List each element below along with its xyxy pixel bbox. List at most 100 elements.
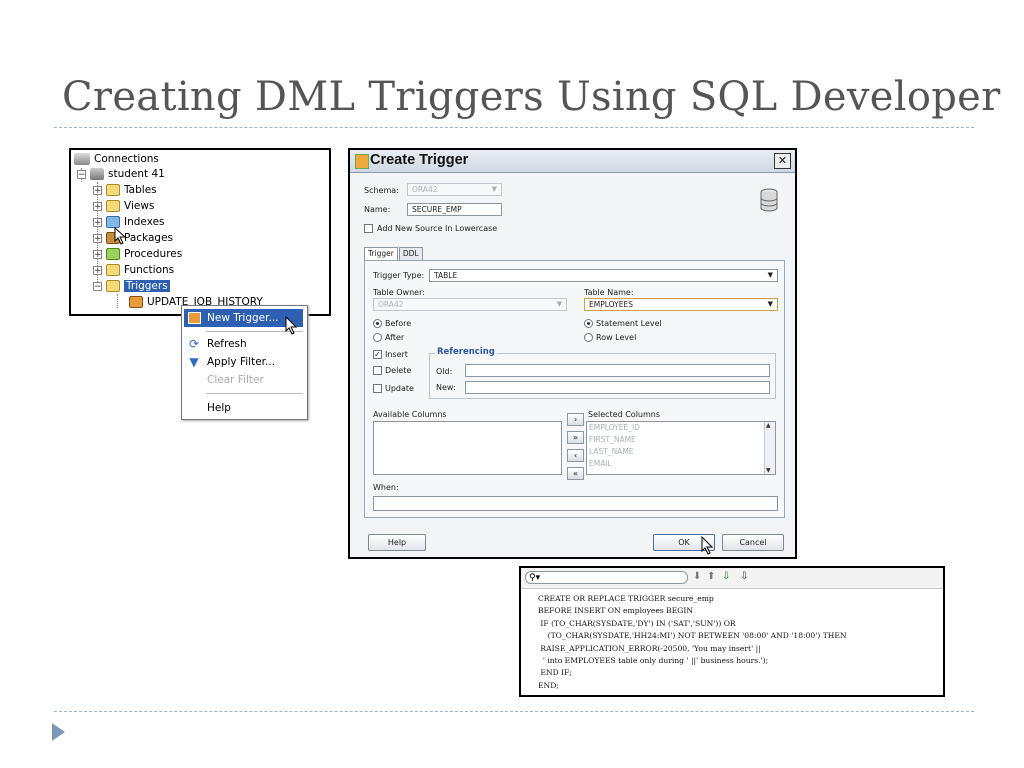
code-line: END IF; xyxy=(538,668,572,678)
expand-icon[interactable]: + xyxy=(93,265,102,275)
code-line: (TO_CHAR(SYSDATE,'HH24:MI') NOT BETWEEN … xyxy=(538,631,847,641)
trigger-type-select[interactable]: TABLE ▼ xyxy=(429,269,778,282)
lowercase-checkbox[interactable] xyxy=(364,224,373,233)
new-trigger-icon xyxy=(187,311,201,325)
collapse-icon[interactable]: − xyxy=(77,169,86,179)
dialog-title-bar: Create Trigger ✕ xyxy=(350,150,795,173)
menu-item-apply-filter[interactable]: ▼ Apply Filter... xyxy=(184,353,303,371)
help-button[interactable]: Help xyxy=(368,534,426,551)
tree-node-procedures[interactable]: + Procedures xyxy=(93,248,182,260)
cancel-button[interactable]: Cancel xyxy=(722,534,784,551)
tree-label-triggers: Triggers xyxy=(124,280,170,292)
code-toolbar: ⚲▾ ⬇ ⬆ ⇩ ⇩ xyxy=(521,568,943,589)
after-radio[interactable] xyxy=(373,333,382,342)
old-field[interactable] xyxy=(465,364,770,377)
list-item[interactable]: EMPLOYEE_ID xyxy=(589,423,640,432)
clear-highlight-icon[interactable]: ⇩ xyxy=(740,571,748,582)
menu-item-help[interactable]: Help xyxy=(184,399,303,417)
insert-checkbox[interactable]: ✓ xyxy=(373,350,382,359)
list-item[interactable]: EMAIL xyxy=(589,459,612,468)
expand-icon[interactable]: + xyxy=(93,185,102,195)
functions-icon xyxy=(106,264,120,276)
sql-code: CREATE OR REPLACE TRIGGER secure_emp BEFO… xyxy=(538,593,847,692)
trigger-icon xyxy=(355,154,369,169)
schema-value: ORA42 xyxy=(412,185,438,194)
tree-node-packages[interactable]: + Packages xyxy=(93,232,173,244)
footer-divider xyxy=(54,711,974,712)
mouse-pointer-icon xyxy=(285,316,298,335)
expand-icon[interactable]: + xyxy=(93,217,102,227)
expand-icon[interactable]: + xyxy=(93,233,102,243)
move-left-button[interactable]: ‹ xyxy=(567,449,584,462)
row-level-label: Row Level xyxy=(596,333,637,342)
available-columns-list[interactable] xyxy=(373,421,562,475)
table-name-select[interactable]: EMPLOYEES ▼ xyxy=(584,298,778,311)
old-label: Old: xyxy=(436,367,453,376)
after-label: After xyxy=(385,333,405,342)
database-icon xyxy=(760,188,778,212)
highlight-icon[interactable]: ⇩ xyxy=(722,571,730,582)
tree-label-functions: Functions xyxy=(124,264,175,276)
schema-select[interactable]: ORA42 ▼ xyxy=(407,183,502,196)
tree-node-connections[interactable]: Connections xyxy=(74,153,159,165)
delete-label: Delete xyxy=(385,366,412,375)
list-item[interactable]: LAST_NAME xyxy=(589,447,634,456)
create-trigger-dialog: Create Trigger ✕ Schema: ORA42 ▼ Name: SE… xyxy=(348,148,797,559)
close-icon[interactable]: ✕ xyxy=(774,153,791,169)
when-field[interactable] xyxy=(373,496,778,511)
refresh-icon: ⟳ xyxy=(188,337,200,351)
before-label: Before xyxy=(385,319,412,328)
binoculars-icon: ⚲▾ xyxy=(529,573,541,583)
move-all-left-button[interactable]: « xyxy=(567,467,584,480)
selected-columns-list[interactable]: EMPLOYEE_ID FIRST_NAME LAST_NAME EMAIL ▲… xyxy=(586,421,776,475)
mouse-pointer-icon xyxy=(701,536,714,555)
slide-bullet-icon xyxy=(52,723,65,741)
expand-icon[interactable]: + xyxy=(93,249,102,259)
name-label: Name: xyxy=(364,205,391,214)
chevron-down-icon: ▼ xyxy=(491,185,497,193)
tree-node-triggers[interactable]: − Triggers xyxy=(93,280,170,292)
update-label: Update xyxy=(385,384,414,393)
code-line: ' into EMPLOYEES table only during ' ||'… xyxy=(538,656,769,666)
title-divider xyxy=(54,127,974,128)
procedures-icon xyxy=(106,248,120,260)
chevron-up-icon[interactable]: ▲ xyxy=(766,422,771,429)
search-input[interactable]: ⚲▾ xyxy=(525,571,688,584)
delete-checkbox[interactable] xyxy=(373,366,382,375)
before-radio[interactable] xyxy=(373,319,382,328)
tab-trigger[interactable]: Trigger xyxy=(364,247,398,260)
tree-node-student-41[interactable]: − student 41 xyxy=(77,168,165,180)
triggers-icon xyxy=(106,280,120,292)
database-connection-icon xyxy=(90,168,104,180)
table-owner-select[interactable]: ORA42 ▼ xyxy=(373,298,567,311)
chevron-down-icon[interactable]: ▼ xyxy=(766,467,771,474)
move-all-right-button[interactable]: » xyxy=(567,431,584,444)
chevron-down-icon: ▼ xyxy=(556,300,562,308)
row-level-radio[interactable] xyxy=(584,333,593,342)
new-field[interactable] xyxy=(465,381,770,394)
list-item[interactable]: FIRST_NAME xyxy=(589,435,636,444)
code-line: END; xyxy=(538,680,559,690)
trigger-tab-panel: Trigger Type: TABLE ▼ Table Owner: ORA42 ▼… xyxy=(364,260,785,518)
name-field[interactable]: SECURE_EMP xyxy=(407,203,502,216)
menu-item-refresh[interactable]: ⟳ Refresh xyxy=(184,335,303,353)
arrow-down-icon[interactable]: ⬇ xyxy=(693,571,701,582)
update-checkbox[interactable] xyxy=(373,384,382,393)
tree-node-views[interactable]: + Views xyxy=(93,200,154,212)
tree-node-indexes[interactable]: + Indexes xyxy=(93,216,165,228)
insert-label: Insert xyxy=(385,350,408,359)
move-right-button[interactable]: › xyxy=(567,413,584,426)
tab-ddl[interactable]: DDL xyxy=(398,247,423,260)
collapse-icon[interactable]: − xyxy=(93,281,102,291)
tree-node-functions[interactable]: + Functions xyxy=(93,264,174,276)
menu-item-clear-filter[interactable]: Clear Filter xyxy=(184,371,303,389)
sql-code-panel: ⚲▾ ⬇ ⬆ ⇩ ⇩ CREATE OR REPLACE TRIGGER sec… xyxy=(519,566,945,697)
table-name-label: Table Name: xyxy=(584,288,634,297)
arrow-up-icon[interactable]: ⬆ xyxy=(707,571,715,582)
tree-label-tables: Tables xyxy=(124,184,157,196)
statement-level-radio[interactable] xyxy=(584,319,593,328)
chevron-down-icon: ▼ xyxy=(767,271,773,279)
scrollbar[interactable]: ▲ ▼ xyxy=(764,422,775,474)
tree-node-tables[interactable]: + Tables xyxy=(93,184,157,196)
expand-icon[interactable]: + xyxy=(93,201,102,211)
